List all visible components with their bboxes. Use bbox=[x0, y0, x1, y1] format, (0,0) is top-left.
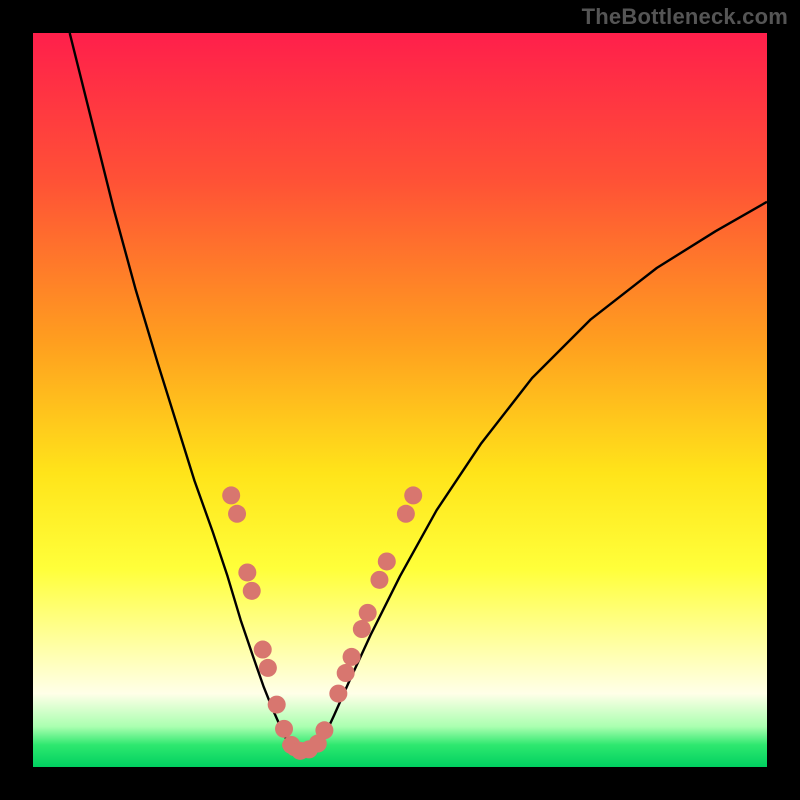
marker-point bbox=[353, 620, 371, 638]
marker-point bbox=[370, 571, 388, 589]
plot-background bbox=[33, 33, 767, 767]
marker-point bbox=[315, 721, 333, 739]
marker-point bbox=[359, 604, 377, 622]
marker-point bbox=[228, 505, 246, 523]
marker-point bbox=[404, 486, 422, 504]
marker-point bbox=[222, 486, 240, 504]
marker-point bbox=[343, 648, 361, 666]
marker-point bbox=[397, 505, 415, 523]
marker-point bbox=[254, 641, 272, 659]
marker-point bbox=[275, 720, 293, 738]
marker-point bbox=[259, 659, 277, 677]
marker-point bbox=[243, 582, 261, 600]
chart-svg bbox=[0, 0, 800, 800]
canvas-frame: TheBottleneck.com bbox=[0, 0, 800, 800]
marker-point bbox=[238, 563, 256, 581]
watermark-text: TheBottleneck.com bbox=[582, 4, 788, 30]
marker-point bbox=[337, 664, 355, 682]
marker-point bbox=[268, 696, 286, 714]
marker-point bbox=[329, 685, 347, 703]
marker-point bbox=[378, 552, 396, 570]
